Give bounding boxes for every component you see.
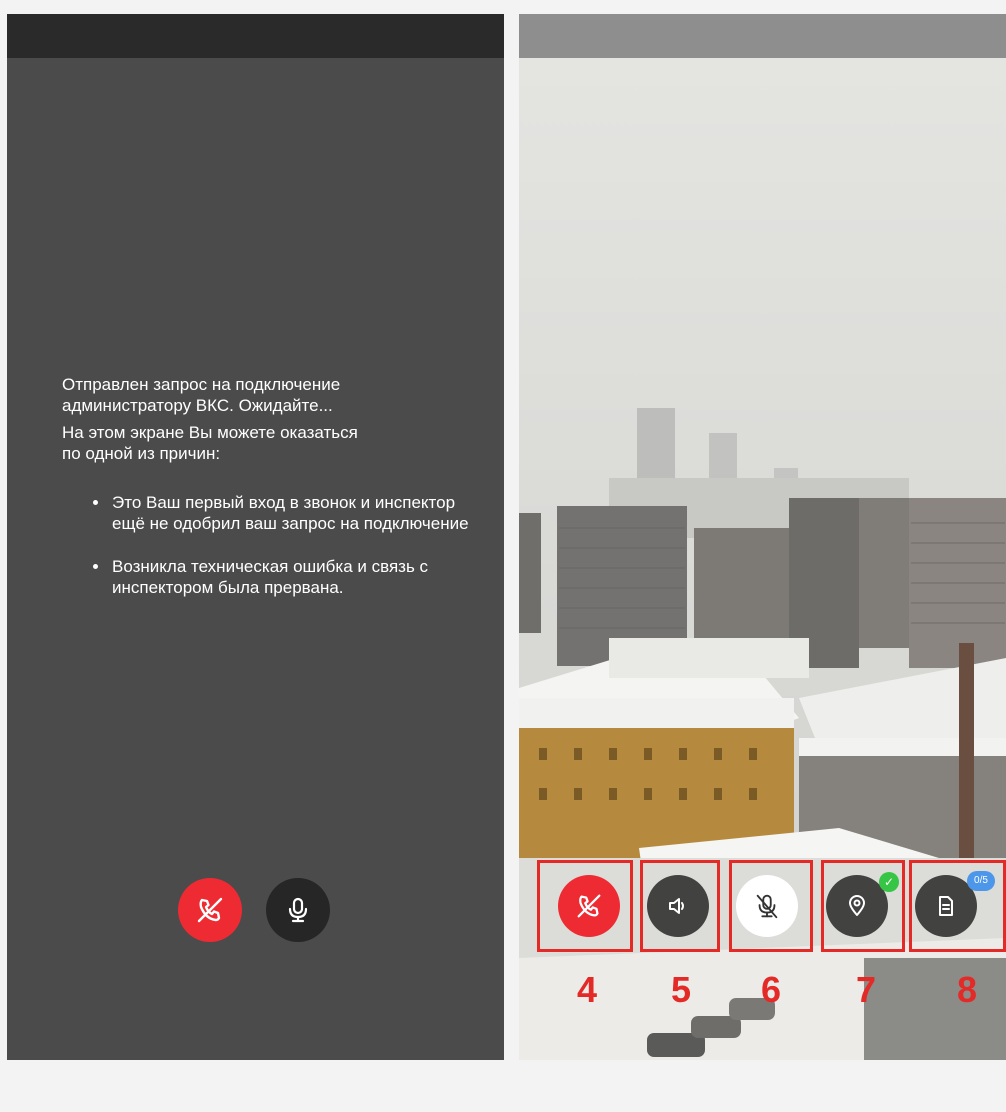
reason-item: Это Ваш первый вход в звонок и инспектор… (110, 492, 482, 534)
waiting-screen: Отправлен запрос на подключение админист… (7, 14, 504, 1060)
highlight-box-documents (909, 860, 1006, 952)
reasons-list: Это Ваш первый вход в звонок и инспектор… (62, 492, 482, 598)
callout-number: 5 (670, 969, 692, 1010)
microphone-button[interactable] (266, 878, 330, 942)
waiting-message: Отправлен запрос на подключение админист… (62, 374, 482, 620)
hang-up-button[interactable] (178, 878, 242, 942)
callout-number: 8 (956, 969, 978, 1010)
callout-number: 6 (760, 969, 782, 1010)
status-bar (519, 14, 1006, 58)
waiting-message-line: администратору ВКС. Ожидайте... (62, 396, 333, 415)
hang-up-icon (194, 894, 226, 926)
status-bar (7, 14, 504, 58)
microphone-icon (283, 895, 313, 925)
call-screen: 4 5 6 ✓ 7 0/5 8 (519, 14, 1006, 1060)
callout-number: 4 (576, 969, 598, 1010)
callout-number: 7 (855, 969, 877, 1010)
reason-item: Возникла техническая ошибка и связь с ин… (110, 556, 482, 598)
waiting-message-line: по одной из причин: (62, 444, 221, 463)
highlight-box-speaker (640, 860, 720, 952)
highlight-box-location (821, 860, 905, 952)
waiting-message-line: Отправлен запрос на подключение (62, 375, 341, 394)
highlight-box-microphone (729, 860, 813, 952)
waiting-message-line: На этом экране Вы можете оказаться (62, 423, 358, 442)
highlight-box-hang-up (537, 860, 633, 952)
